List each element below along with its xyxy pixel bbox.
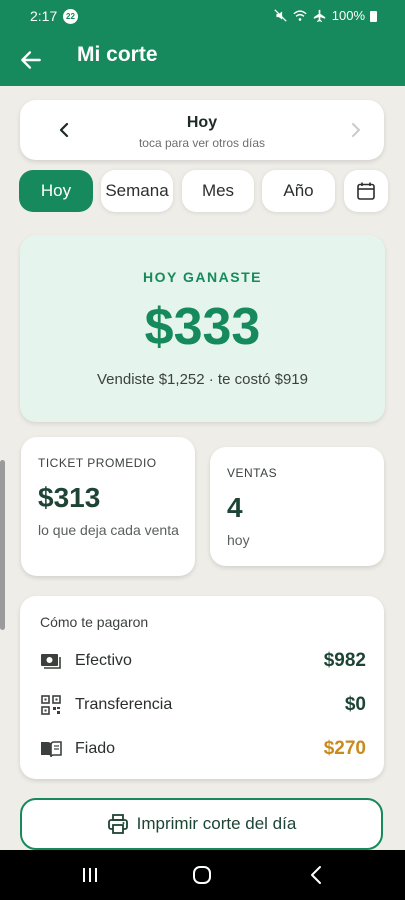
payment-row-fiado: Fiado $270 bbox=[40, 734, 366, 764]
print-report-button[interactable]: Imprimir corte del día bbox=[20, 798, 383, 850]
scrollbar[interactable] bbox=[0, 460, 5, 630]
payment-methods-card: Cómo te pagaron Efectivo $982 Transferen… bbox=[20, 596, 384, 779]
payment-value: $0 bbox=[344, 694, 366, 715]
sales-count-card: VENTAS 4 hoy bbox=[210, 447, 384, 566]
date-selector[interactable]: Hoy toca para ver otros días bbox=[20, 100, 384, 160]
battery-icon bbox=[370, 11, 377, 22]
wifi-icon bbox=[293, 10, 307, 21]
payment-methods-title: Cómo te pagaron bbox=[40, 614, 149, 630]
payment-value: $982 bbox=[323, 650, 366, 671]
average-ticket-label: TICKET PROMEDIO bbox=[38, 456, 157, 470]
tab-semana[interactable]: Semana bbox=[101, 170, 173, 212]
system-nav-bar bbox=[0, 850, 405, 900]
printer-icon bbox=[107, 814, 128, 834]
tab-hoy[interactable]: Hoy bbox=[19, 170, 93, 212]
qr-code-icon bbox=[40, 694, 62, 716]
home-icon[interactable] bbox=[190, 863, 214, 887]
sales-count-caption: hoy bbox=[227, 532, 250, 548]
payment-row-efectivo: Efectivo $982 bbox=[40, 646, 366, 676]
app-bar: Mi corte bbox=[0, 34, 405, 86]
chevron-right-icon bbox=[352, 123, 360, 137]
back-nav-icon[interactable] bbox=[305, 863, 329, 887]
tab-ano[interactable]: Año bbox=[262, 170, 335, 212]
earnings-label: HOY GANASTE bbox=[143, 269, 262, 285]
date-selector-subtitle: toca para ver otros días bbox=[138, 136, 266, 150]
airplane-icon bbox=[313, 9, 325, 22]
mute-icon bbox=[274, 9, 287, 22]
payment-name: Transferencia bbox=[75, 696, 173, 713]
status-icons: 100% bbox=[274, 8, 365, 23]
sales-count-value: 4 bbox=[227, 492, 243, 523]
calendar-icon bbox=[357, 182, 375, 200]
average-ticket-value: $313 bbox=[38, 482, 101, 513]
average-ticket-card: TICKET PROMEDIO $313 lo que deja cada ve… bbox=[21, 437, 195, 576]
earnings-summary-card: HOY GANASTE $333 Vendiste $1,252 · te co… bbox=[20, 235, 385, 422]
tab-mes[interactable]: Mes bbox=[182, 170, 254, 212]
calendar-button[interactable] bbox=[344, 170, 388, 212]
print-report-label: Imprimir corte del día bbox=[136, 814, 297, 833]
earnings-amount: $333 bbox=[144, 298, 261, 356]
sales-count-label: VENTAS bbox=[227, 466, 278, 480]
notification-count-badge: 22 bbox=[63, 9, 78, 24]
payment-value: $270 bbox=[323, 738, 366, 759]
book-icon bbox=[40, 738, 62, 760]
payment-row-transferencia: Transferencia $0 bbox=[40, 690, 366, 720]
average-ticket-caption: lo que deja cada venta bbox=[38, 522, 179, 538]
payment-name: Fiado bbox=[75, 740, 116, 757]
cash-icon bbox=[40, 650, 62, 672]
page-title: Mi corte bbox=[77, 43, 158, 66]
battery-percent: 100% bbox=[331, 8, 365, 23]
earnings-detail: Vendiste $1,252 · te costó $919 bbox=[97, 371, 308, 388]
date-selector-title: Hoy bbox=[186, 114, 218, 131]
status-bar: 2:17 22 100% bbox=[0, 0, 405, 34]
payment-name: Efectivo bbox=[75, 652, 132, 669]
status-time: 2:17 bbox=[30, 8, 58, 24]
recent-apps-icon[interactable] bbox=[78, 863, 102, 887]
back-arrow-icon[interactable] bbox=[18, 47, 44, 73]
